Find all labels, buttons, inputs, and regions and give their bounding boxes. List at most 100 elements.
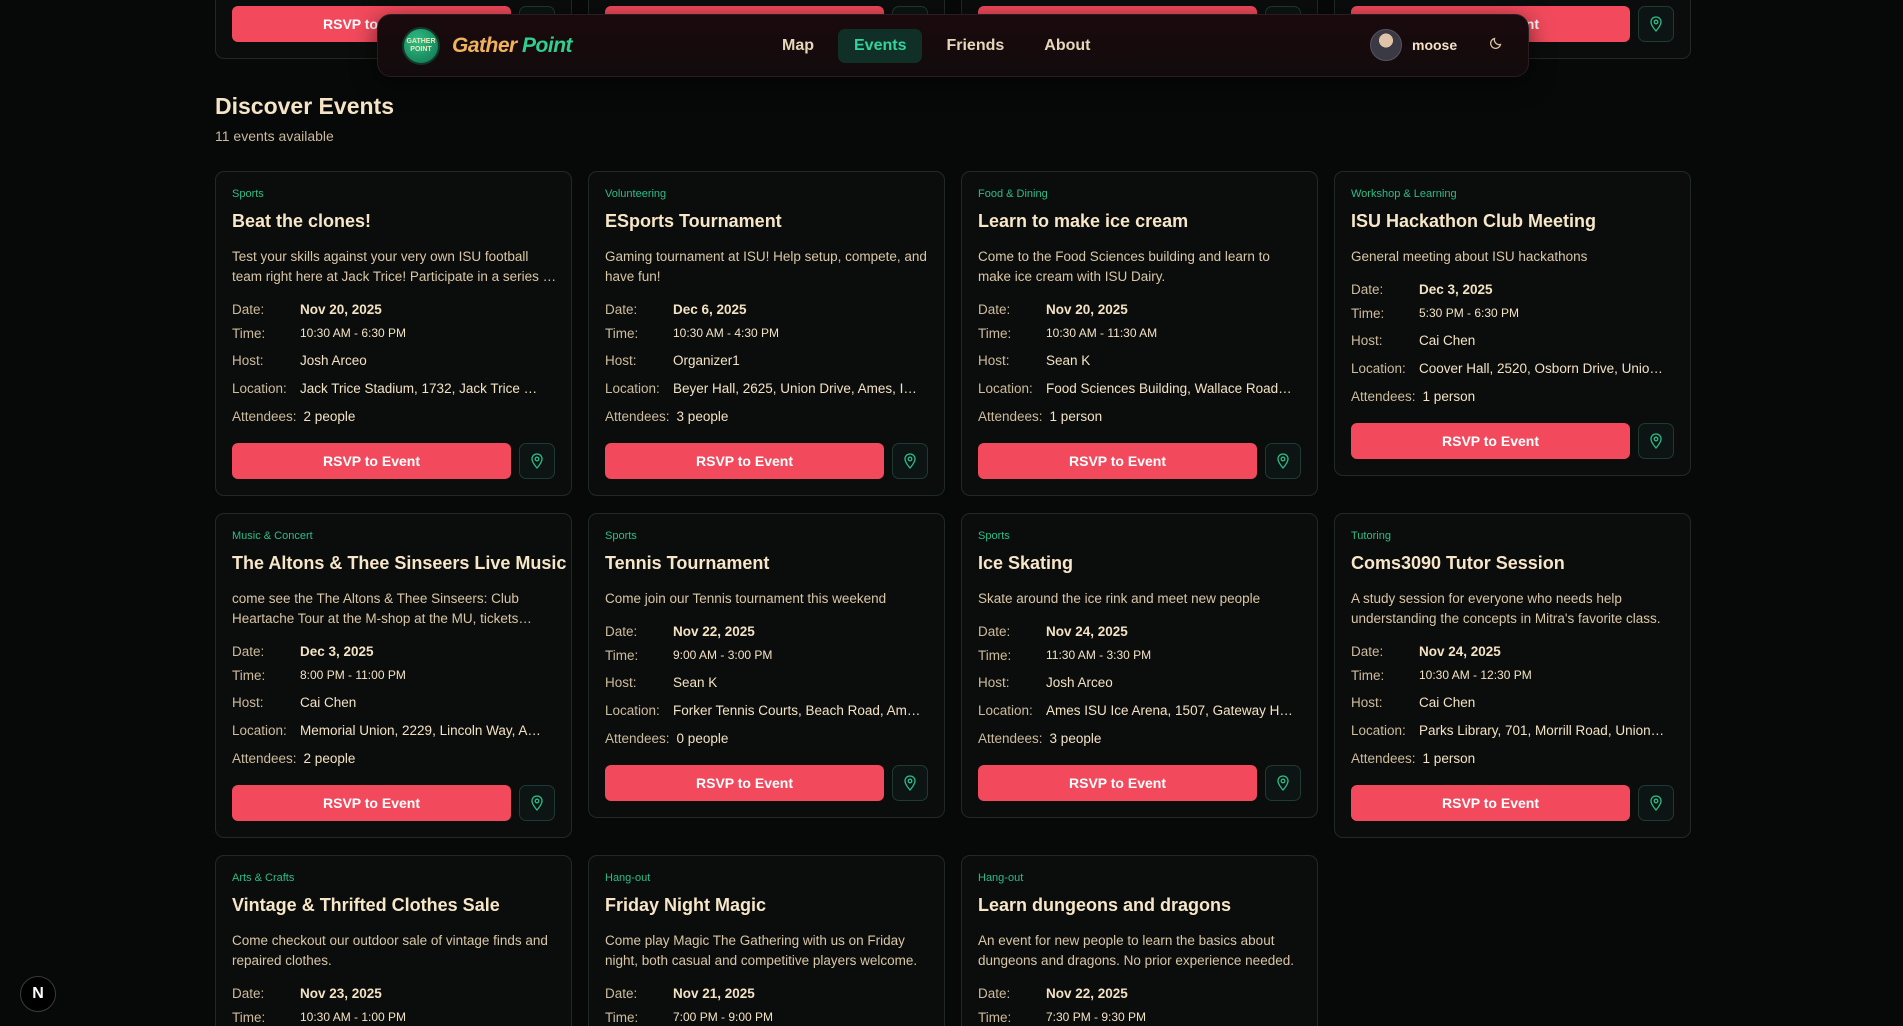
moon-icon [1489, 37, 1502, 50]
event-time: 7:00 PM - 9:00 PM [673, 1010, 774, 1024]
event-date-row: Date: Dec 3, 2025 [1351, 282, 1493, 297]
location-label: Location: [978, 381, 1033, 396]
event-description: Test your skills against your very own I… [232, 249, 554, 284]
event-time-row: Time: 11:30 AM - 3:30 PM [978, 648, 1151, 663]
event-date: Nov 23, 2025 [300, 986, 382, 1001]
event-category: Workshop & Learning [1351, 188, 1457, 200]
event-attendees: 3 people [1049, 731, 1102, 746]
theme-toggle-button[interactable] [1482, 29, 1510, 57]
map-pin-button[interactable] [519, 443, 555, 479]
top-nav-bar: GATHER POINT Gather Point Map Events Fri… [377, 14, 1529, 77]
event-location-row: Location: Beyer Hall, 2625, Union Drive, … [605, 381, 921, 396]
event-time: 11:30 AM - 3:30 PM [1046, 648, 1152, 662]
event-title[interactable]: Friday Night Magic [605, 895, 766, 916]
rsvp-button[interactable]: RSVP to Event [978, 443, 1257, 479]
map-pin-button[interactable] [1638, 423, 1674, 459]
event-time: 10:30 AM - 4:30 PM [673, 326, 780, 340]
date-label: Date: [978, 624, 1011, 639]
event-title[interactable]: ISU Hackathon Club Meeting [1351, 211, 1596, 232]
brand-name-part2: Point [522, 34, 573, 57]
logo-badge-text: GATHER POINT [406, 38, 436, 53]
event-date: Nov 22, 2025 [1046, 986, 1128, 1001]
event-date-row: Date: Nov 24, 2025 [1351, 644, 1501, 659]
rsvp-button[interactable]: RSVP to Event [605, 443, 884, 479]
event-location: Parks Library, 701, Morrill Road, Union … [1419, 723, 1667, 738]
location-label: Location: [1351, 723, 1406, 738]
event-card: Arts & Crafts Vintage & Thrifted Clothes… [215, 855, 572, 1026]
time-label: Time: [978, 1010, 1012, 1025]
nav-link-map[interactable]: Map [766, 29, 830, 63]
map-pin-icon [1650, 433, 1662, 449]
map-pin-button[interactable] [1265, 765, 1301, 801]
map-pin-icon [1277, 453, 1289, 469]
event-category: Hang-out [605, 872, 651, 884]
event-host: Josh Arceo [300, 353, 367, 368]
event-time: 10:30 AM - 1:00 PM [300, 1010, 407, 1024]
nav-link-events[interactable]: Events [838, 29, 923, 63]
event-category: Volunteering [605, 188, 667, 200]
event-time-row: Time: 10:30 AM - 4:30 PM [605, 326, 779, 341]
map-pin-icon [1277, 775, 1289, 791]
event-category: Sports [232, 188, 264, 200]
event-host: Cai Chen [1419, 333, 1476, 348]
event-category: Music & Concert [232, 530, 313, 542]
nav-link-about[interactable]: About [1028, 29, 1106, 63]
event-category: Sports [978, 530, 1010, 542]
rsvp-button[interactable]: RSVP to Event [978, 765, 1257, 801]
event-host-row: Host: Josh Arceo [978, 675, 1113, 690]
time-label: Time: [232, 1010, 266, 1025]
event-host: Sean K [1046, 353, 1091, 368]
event-description: Gaming tournament at ISU! Help setup, co… [605, 249, 927, 284]
event-host-row: Host: Cai Chen [1351, 333, 1475, 348]
rsvp-button[interactable]: RSVP to Event [232, 443, 511, 479]
event-title[interactable]: ESports Tournament [605, 211, 782, 232]
rsvp-button[interactable]: RSVP to Event [1351, 423, 1630, 459]
event-title[interactable]: Learn dungeons and dragons [978, 895, 1231, 916]
rsvp-button[interactable]: RSVP to Event [1351, 785, 1630, 821]
event-title[interactable]: Coms3090 Tutor Session [1351, 553, 1565, 574]
event-title[interactable]: The Altons & Thee Sinseers Live Music [232, 553, 566, 574]
event-host: Cai Chen [300, 695, 357, 710]
map-pin-button[interactable] [892, 443, 928, 479]
event-card: Sports Beat the clones! Test your skills… [215, 171, 572, 496]
event-time: 9:00 AM - 3:00 PM [673, 648, 773, 662]
host-label: Host: [605, 675, 637, 690]
event-attendees-row: Attendees: 2 people [232, 751, 355, 766]
map-pin-button[interactable] [519, 785, 555, 821]
event-title[interactable]: Learn to make ice cream [978, 211, 1188, 232]
event-title[interactable]: Ice Skating [978, 553, 1073, 574]
event-card: Volunteering ESports Tournament Gaming t… [588, 171, 945, 496]
rsvp-button[interactable]: RSVP to Event [605, 765, 884, 801]
map-pin-button[interactable] [1265, 443, 1301, 479]
event-title[interactable]: Vintage & Thrifted Clothes Sale [232, 895, 500, 916]
map-pin-button[interactable] [1638, 6, 1674, 42]
event-location-row: Location: Food Sciences Building, Wallace… [978, 381, 1294, 396]
map-pin-button[interactable] [892, 765, 928, 801]
map-pin-button[interactable] [1638, 785, 1674, 821]
event-location-row: Location: Coover Hall, 2520, Osborn Drive… [1351, 361, 1667, 376]
event-time-row: Time: 7:30 PM - 9:30 PM [978, 1010, 1146, 1025]
event-attendees: 1 person [1049, 409, 1103, 424]
nav-link-friends[interactable]: Friends [930, 29, 1020, 63]
event-title[interactable]: Tennis Tournament [605, 553, 769, 574]
attendees-label: Attendees: [1351, 751, 1416, 766]
framework-dev-badge[interactable]: N [20, 976, 56, 1012]
map-pin-icon [531, 795, 543, 811]
event-description: Come join our Tennis tournament this wee… [605, 591, 887, 606]
date-label: Date: [1351, 644, 1384, 659]
event-card: Sports Ice Skating Skate around the ice … [961, 513, 1318, 818]
event-attendees-row: Attendees: 2 people [232, 409, 355, 424]
event-date: Nov 20, 2025 [300, 302, 382, 317]
event-time-row: Time: 10:30 AM - 6:30 PM [232, 326, 406, 341]
date-label: Date: [605, 624, 638, 639]
location-label: Location: [978, 703, 1033, 718]
event-title[interactable]: Beat the clones! [232, 211, 371, 232]
event-host-row: Host: Organizer1 [605, 353, 740, 368]
event-description: Come checkout our outdoor sale of vintag… [232, 933, 548, 968]
brand-logo[interactable]: GATHER POINT Gather Point [402, 27, 573, 65]
user-menu[interactable]: moose [1370, 29, 1457, 61]
attendees-label: Attendees: [978, 409, 1043, 424]
rsvp-button[interactable]: RSVP to Event [232, 785, 511, 821]
event-category: Hang-out [978, 872, 1024, 884]
event-date-row: Date: Nov 20, 2025 [232, 302, 382, 317]
